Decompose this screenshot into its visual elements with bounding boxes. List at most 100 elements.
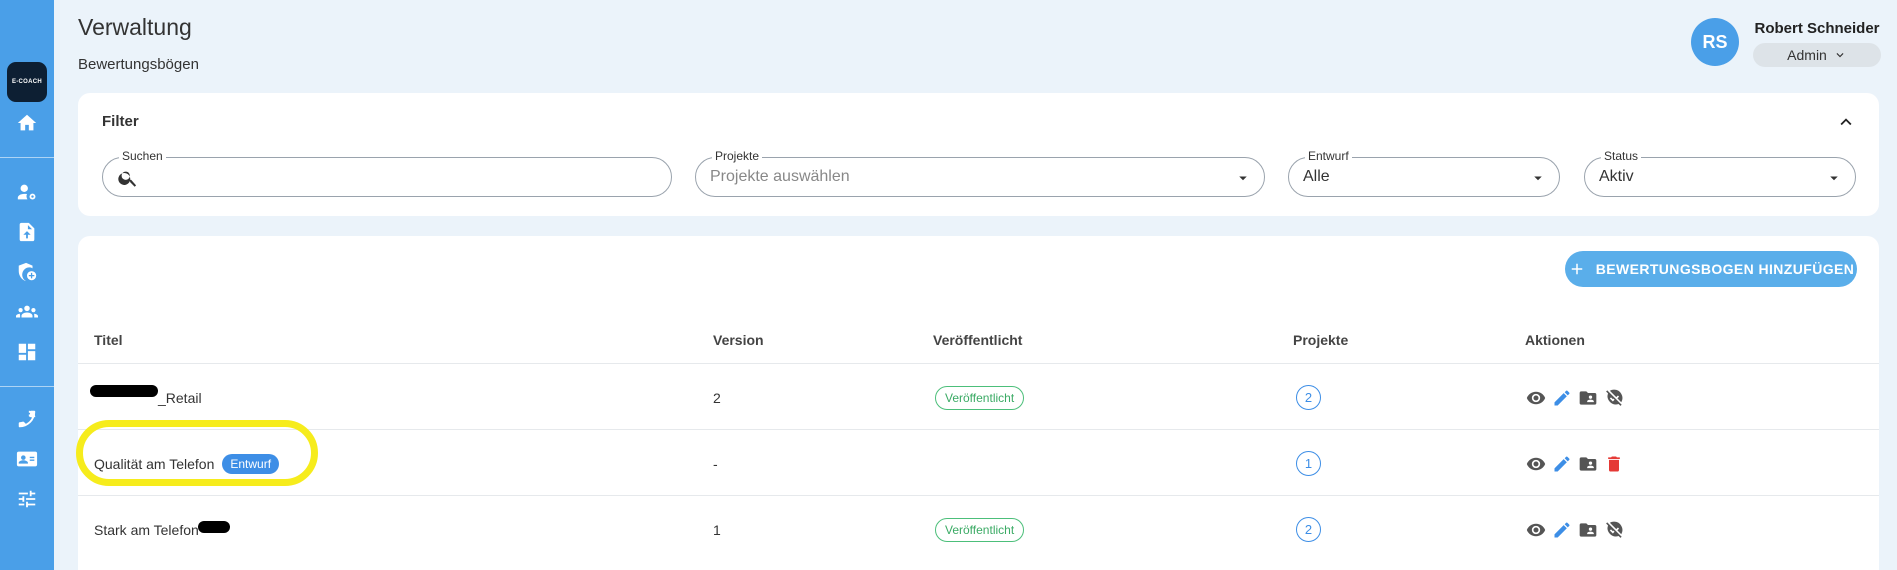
user-name: Robert Schneider (1754, 20, 1880, 37)
cell-projects: 2 (1296, 365, 1321, 430)
cell-version: 1 (713, 521, 721, 538)
contact-card-icon (16, 451, 38, 467)
column-header-title[interactable]: Titel (94, 316, 123, 364)
sidebar-item-calls[interactable] (0, 399, 54, 439)
file-upload-icon (19, 222, 35, 242)
chevron-down-icon (1836, 53, 1844, 58)
sidebar-item-security[interactable] (0, 252, 54, 292)
avatar-initials: RS (1702, 31, 1728, 52)
tune-icon (18, 490, 36, 508)
unpublish-button[interactable] (1601, 517, 1627, 543)
app-logo[interactable]: E-COACH (7, 62, 47, 102)
column-header-actions: Aktionen (1525, 332, 1585, 348)
cell-actions (1523, 497, 1627, 562)
chevron-up-icon (1840, 118, 1852, 126)
view-button[interactable] (1523, 517, 1549, 543)
column-header-published[interactable]: Veröffentlicht (933, 316, 1022, 364)
cell-published: Veröffentlicht (935, 497, 1025, 562)
search-field[interactable]: Suchen (102, 149, 672, 197)
sidebar-item-user-settings[interactable] (0, 172, 54, 212)
delete-button[interactable] (1601, 451, 1627, 477)
sidebar-item-home[interactable] (0, 103, 54, 143)
edit-button[interactable] (1549, 451, 1575, 477)
evaluation-forms-table: BEWERTUNGSBOGEN HINZUFÜGEN Titel Version… (78, 236, 1879, 570)
folder-user-icon (1579, 390, 1597, 405)
sidebar-item-groups[interactable] (0, 292, 54, 332)
sidebar-item-dashboard[interactable] (0, 332, 54, 372)
projects-placeholder: Projekte auswählen (710, 168, 850, 185)
search-label: Suchen (119, 149, 166, 163)
groups-icon (16, 305, 38, 318)
redaction-mark (90, 385, 158, 397)
dropdown-arrow-icon (1234, 169, 1252, 187)
sidebar-divider (0, 157, 54, 158)
page-title: Verwaltung (78, 14, 192, 40)
sidebar-item-contacts[interactable] (0, 439, 54, 479)
column-header-version[interactable]: Version (713, 316, 764, 364)
folder-user-icon (1579, 456, 1597, 471)
assign-folder-button[interactable] (1575, 517, 1601, 543)
assign-folder-button[interactable] (1575, 451, 1601, 477)
plus-icon (1571, 263, 1582, 275)
shield-add-icon (18, 262, 37, 282)
cell-title: Qualität am Telefon Entwurf (94, 431, 280, 496)
cell-version: 2 (713, 389, 721, 406)
add-button-label: BEWERTUNGSBOGEN HINZUFÜGEN (1595, 261, 1855, 277)
filter-title: Filter (102, 113, 139, 130)
eye-icon (1526, 391, 1546, 404)
table-row[interactable]: _Retail 2 Veröffentlicht 2 (78, 365, 1879, 430)
assign-folder-button[interactable] (1575, 385, 1601, 411)
sidebar-item-settings[interactable] (0, 479, 54, 519)
home-icon (17, 114, 37, 131)
published-badge: Veröffentlicht (935, 517, 1025, 542)
project-count-badge[interactable]: 1 (1296, 451, 1321, 476)
view-button[interactable] (1523, 385, 1549, 411)
view-button[interactable] (1523, 451, 1549, 477)
table-row[interactable]: Qualität am Telefon Entwurf - 1 (78, 431, 1879, 496)
search-icon (117, 167, 139, 189)
draft-select[interactable]: Entwurf Alle (1288, 149, 1560, 197)
cell-published: Veröffentlicht (935, 365, 1025, 430)
published-badge: Veröffentlicht (935, 385, 1025, 410)
pencil-icon (1554, 522, 1570, 537)
projects-label: Projekte (712, 149, 763, 163)
unpublish-button[interactable] (1601, 385, 1627, 411)
unpublished-icon (1606, 389, 1623, 406)
projects-select[interactable]: Projekte Projekte auswählen (695, 149, 1265, 197)
cell-actions (1523, 365, 1627, 430)
dashboard-icon (18, 343, 36, 361)
edit-button[interactable] (1549, 517, 1575, 543)
status-label: Status (1601, 149, 1642, 163)
add-evaluation-form-button[interactable]: BEWERTUNGSBOGEN HINZUFÜGEN (1565, 251, 1857, 287)
eye-icon (1526, 523, 1546, 536)
cell-title: _Retail (94, 365, 202, 430)
project-count-badge[interactable]: 2 (1296, 385, 1321, 410)
filter-panel: Filter Suchen Projekte Projekte auswähle… (78, 93, 1879, 216)
cell-version: - (713, 455, 718, 472)
phone-wave-icon (18, 410, 36, 428)
eye-icon (1526, 457, 1546, 470)
logo-text: E-COACH (11, 79, 43, 85)
role-select[interactable]: Admin (1753, 43, 1881, 67)
search-input[interactable] (145, 166, 645, 190)
dropdown-arrow-icon (1825, 169, 1843, 187)
draft-value: Alle (1303, 168, 1330, 185)
redaction-mark (198, 521, 230, 533)
sidebar-item-upload[interactable] (0, 212, 54, 252)
form-title: Qualität am Telefon (94, 455, 215, 472)
column-header-projects[interactable]: Projekte (1293, 316, 1348, 364)
status-select[interactable]: Status Aktiv (1584, 149, 1856, 197)
filter-collapse-button[interactable] (1835, 111, 1857, 133)
role-value: Admin (1787, 47, 1827, 63)
trash-icon (1608, 456, 1620, 471)
edit-button[interactable] (1549, 385, 1575, 411)
sidebar-divider (0, 386, 54, 387)
project-count-badge[interactable]: 2 (1296, 517, 1321, 542)
unpublished-icon (1606, 521, 1623, 538)
table-row[interactable]: Stark am Telefon 1 Veröffentlicht 2 (78, 497, 1879, 562)
pencil-icon (1554, 456, 1570, 471)
table-header: Titel Version Veröffentlicht Projekte Ak… (78, 316, 1879, 364)
avatar[interactable]: RS (1691, 18, 1739, 66)
dropdown-arrow-icon (1529, 169, 1547, 187)
status-value: Aktiv (1599, 168, 1634, 185)
